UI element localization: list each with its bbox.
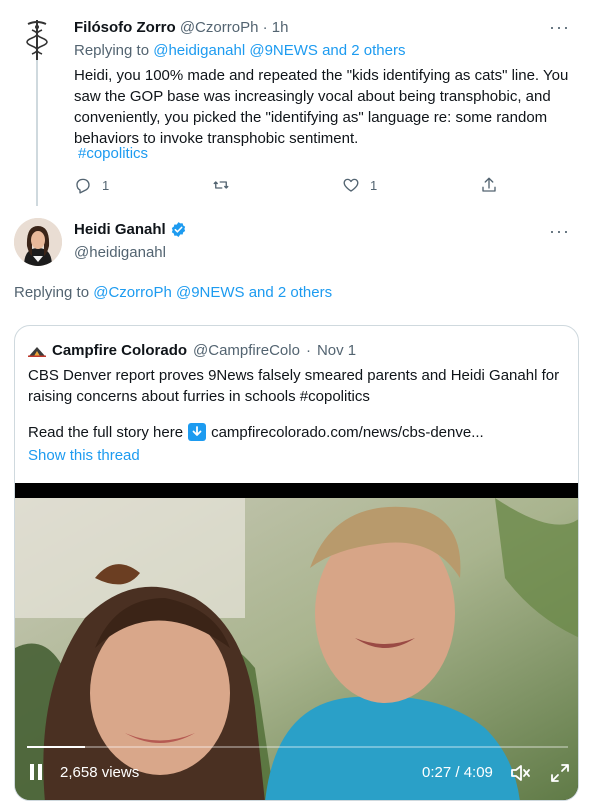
author-handle[interactable]: @CzorroPh [180, 19, 259, 36]
video-frame-image [15, 498, 578, 800]
author-name[interactable]: Filósofo Zorro [74, 19, 176, 36]
replying-label: Replying to [14, 284, 90, 301]
caduceus-icon [26, 20, 48, 60]
fullscreen-button[interactable] [550, 763, 570, 783]
down-arrow-icon [188, 423, 207, 441]
retweet-button[interactable] [212, 176, 240, 194]
quote-author-name[interactable]: Campfire Colorado [52, 342, 187, 359]
author-name-row: Heidi Ganahl [74, 221, 187, 238]
tweet-text: Heidi, you 100% made and repeated the "k… [74, 67, 569, 147]
article-link[interactable]: campfirecolorado.com/news/cbs-denve... [211, 424, 484, 441]
like-count: 1 [370, 177, 378, 193]
share-button[interactable] [480, 176, 498, 194]
author-name[interactable]: Heidi Ganahl [74, 221, 166, 238]
more-options-icon[interactable]: ··· [549, 18, 570, 36]
show-thread-link[interactable]: Show this thread [28, 447, 140, 464]
author-handle[interactable]: @heidiganahl [74, 244, 166, 261]
tweet-actions: 1 1 [74, 176, 504, 196]
fullscreen-icon [551, 764, 569, 782]
read-label: Read the full story here [28, 423, 184, 441]
hashtag-link[interactable]: #copolitics [78, 145, 148, 162]
verified-badge-icon [171, 222, 185, 237]
separator-dot: · [262, 19, 268, 36]
tweet-time[interactable]: 1h [272, 19, 289, 36]
speaker-muted-icon [511, 765, 530, 781]
share-icon [482, 177, 496, 192]
profile-photo-icon [14, 218, 62, 266]
avatar[interactable] [22, 18, 52, 62]
replying-targets-link[interactable]: @heidiganahl @9NEWS and 2 others [153, 42, 405, 59]
replying-to: Replying to @heidiganahl @9NEWS and 2 ot… [74, 42, 405, 59]
mute-button[interactable] [510, 763, 532, 783]
heart-icon [343, 178, 359, 192]
read-more-row: Read the full story here campfirecolorad… [28, 423, 484, 441]
reply-count: 1 [102, 177, 110, 193]
video-player[interactable]: 2,658 views 0:27 / 4:09 [15, 483, 578, 800]
tweet-header: Filósofo Zorro @CzorroPh · 1h [74, 19, 288, 36]
quote-text: CBS Denver report proves 9News falsely s… [28, 367, 560, 405]
video-progress-fill [27, 746, 86, 748]
quote-date[interactable]: Nov 1 [317, 342, 356, 359]
retweet-icon [213, 181, 229, 189]
like-button[interactable]: 1 [342, 176, 377, 194]
replying-label: Replying to [74, 42, 150, 59]
video-progress-bar[interactable] [27, 746, 568, 748]
replying-to: Replying to @CzorroPh @9NEWS and 2 other… [14, 284, 332, 301]
pause-button[interactable] [30, 764, 42, 780]
reply-button[interactable]: 1 [74, 176, 109, 194]
campfire-logo-icon [28, 346, 46, 357]
avatar[interactable] [14, 218, 62, 266]
separator-dot: · [305, 342, 311, 359]
reply-icon [76, 178, 90, 194]
view-count: 2,658 views [60, 764, 140, 781]
pause-icon [30, 764, 34, 780]
pause-icon-bar [38, 764, 42, 780]
quote-tweet-card[interactable]: Campfire Colorado @CampfireColo · Nov 1 … [14, 325, 579, 801]
quote-header: Campfire Colorado @CampfireColo · Nov 1 [28, 342, 356, 359]
thread-connector-line [36, 58, 38, 206]
more-options-icon[interactable]: ··· [549, 222, 570, 240]
quote-author-handle[interactable]: @CampfireColo [193, 342, 300, 359]
replying-targets-link[interactable]: @CzorroPh @9NEWS and 2 others [93, 284, 332, 301]
video-time: 0:27 / 4:09 [422, 764, 493, 781]
